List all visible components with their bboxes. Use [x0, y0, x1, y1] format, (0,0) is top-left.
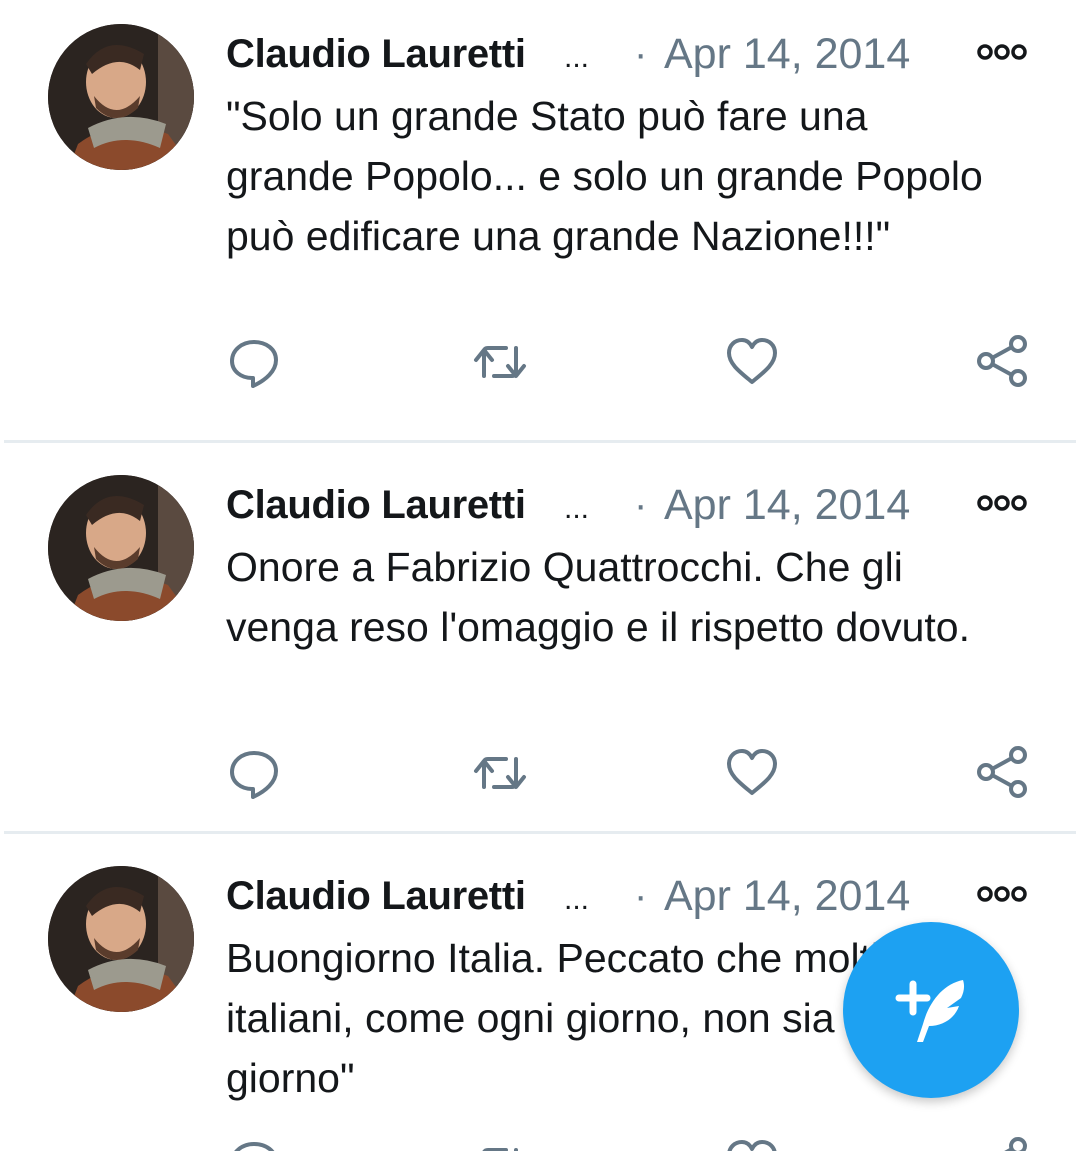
tweet[interactable]: Claudio Lauretti ... · Apr 14, 2014 Onor…: [0, 451, 1080, 841]
reply-icon[interactable]: [226, 745, 282, 801]
author-name[interactable]: Claudio Lauretti: [226, 30, 526, 78]
separator-dot: ·: [634, 483, 648, 527]
tweet[interactable]: Claudio Lauretti ... · Apr 14, 2014 "Sol…: [0, 0, 1080, 390]
more-options-icon[interactable]: [976, 493, 1028, 513]
tweet-date[interactable]: Apr 14, 2014: [664, 481, 910, 529]
avatar-image: [48, 475, 194, 621]
more-options-icon[interactable]: [976, 884, 1028, 904]
tweet-text: Onore a Fabrizio Quattrocchi. Che gli ve…: [226, 544, 970, 650]
separator-dot: ·: [634, 874, 648, 918]
name-truncation: ...: [564, 41, 590, 74]
author-name[interactable]: Claudio Lauretti: [226, 872, 526, 920]
tweet-text: "Solo un grande Stato può fare una grand…: [226, 93, 983, 259]
share-icon[interactable]: [974, 1136, 1030, 1151]
compose-tweet-icon: [895, 980, 965, 1042]
avatar[interactable]: [48, 866, 194, 1012]
tweet-divider: [4, 831, 1076, 834]
share-icon[interactable]: [974, 745, 1030, 801]
retweet-icon[interactable]: [472, 745, 528, 801]
tweet-header: Claudio Lauretti ... · Apr 14, 2014: [226, 30, 1040, 80]
avatar-image: [48, 866, 194, 1012]
tweet-divider: [4, 440, 1076, 443]
reply-icon[interactable]: [226, 334, 282, 390]
tweet-date[interactable]: Apr 14, 2014: [664, 872, 910, 920]
share-icon[interactable]: [974, 334, 1030, 390]
avatar[interactable]: [48, 475, 194, 621]
tweet-actions: [226, 1136, 1032, 1151]
avatar-image: [48, 24, 194, 170]
reply-icon[interactable]: [226, 1136, 282, 1151]
heart-icon[interactable]: [724, 334, 780, 390]
name-truncation: ...: [564, 883, 590, 916]
tweet-date[interactable]: Apr 14, 2014: [664, 30, 910, 78]
more-options-icon[interactable]: [976, 42, 1028, 62]
author-name[interactable]: Claudio Lauretti: [226, 481, 526, 529]
tweet-header: Claudio Lauretti ... · Apr 14, 2014: [226, 481, 1040, 531]
retweet-icon[interactable]: [472, 334, 528, 390]
name-truncation: ...: [564, 492, 590, 525]
avatar[interactable]: [48, 24, 194, 170]
tweet-actions: [226, 334, 1032, 394]
heart-icon[interactable]: [724, 745, 780, 801]
heart-icon[interactable]: [724, 1136, 780, 1151]
tweet-actions: [226, 745, 1032, 805]
retweet-icon[interactable]: [472, 1136, 528, 1151]
tweet-header: Claudio Lauretti ... · Apr 14, 2014: [226, 872, 1040, 922]
separator-dot: ·: [634, 32, 648, 76]
compose-tweet-button[interactable]: [843, 922, 1019, 1098]
